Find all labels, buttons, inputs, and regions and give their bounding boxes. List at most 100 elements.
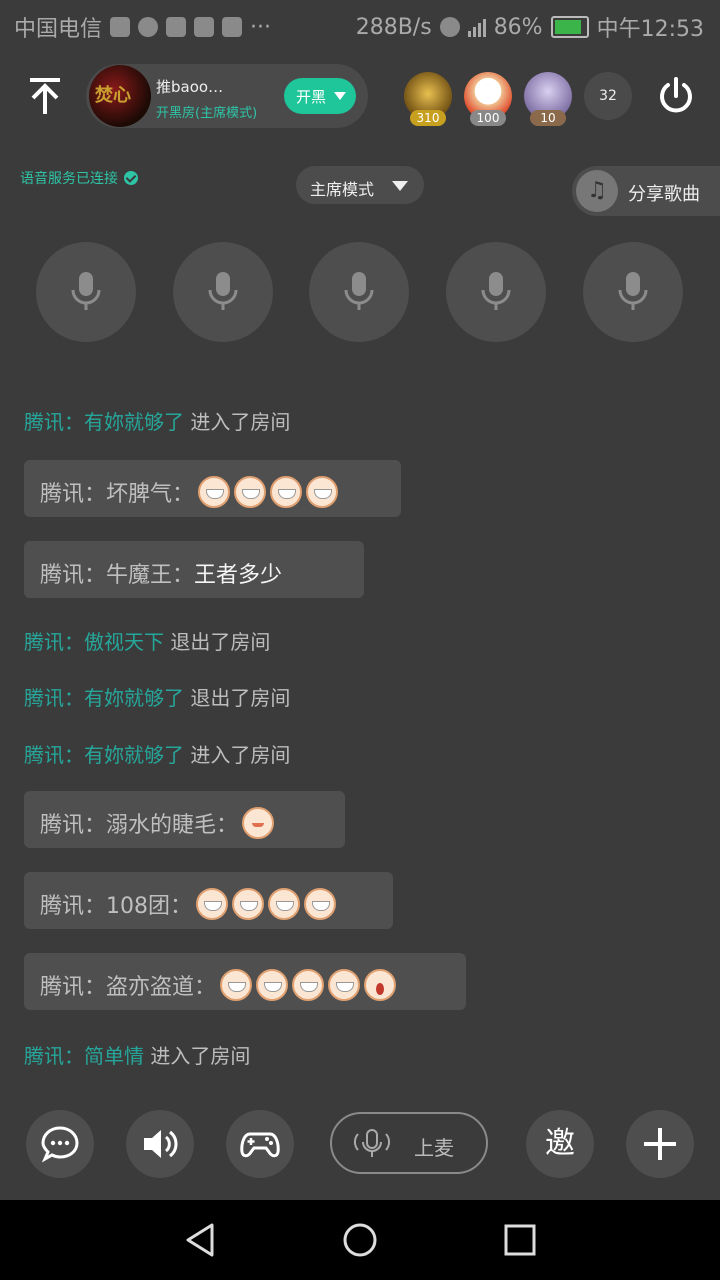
more-button[interactable] [626,1110,694,1178]
invite-label: 邀 [545,1126,575,1161]
room-header: 焚心 推baoo… 开黑房(主席模式) 开黑 310 100 10 32 [0,62,720,132]
battery-percent: 86% [493,14,543,40]
chat-user-name[interactable]: 腾讯：傲视天下 [24,630,164,654]
baidu-icon [166,17,187,37]
chat-action: 进入了房间 [150,1044,251,1068]
status-bar-right: 288B/s 86% 中午12:53 [356,11,704,43]
headphones-icon [439,17,460,37]
chat-bubble: 腾讯：溺水的睫毛： [24,791,345,848]
user-level-badge: 310 [410,110,446,126]
grin-emoji-icon [304,888,336,920]
signal-icon [467,17,486,37]
smile-emoji-icon [242,807,275,839]
voice-status-label: 语音服务已连接 [20,171,118,187]
grin-emoji-icon [292,969,325,1001]
app-icon [138,17,159,37]
voice-service-status: 语音服务已连接 [20,168,138,188]
grin-emoji-icon [268,888,300,920]
chat-action: 进入了房间 [190,743,291,767]
microphone-icon [71,272,101,310]
invite-button[interactable]: 邀 [526,1110,594,1178]
back-nav-icon[interactable] [182,1222,218,1258]
room-avatar-text: 焚心 [95,85,131,106]
chat-bubble: 腾讯：盗亦盗道： [24,953,466,1010]
home-nav-icon[interactable] [342,1222,378,1258]
chat-sender[interactable]: 腾讯：盗亦盗道： [40,975,216,1000]
network-speed: 288B/s [355,14,432,40]
plus-icon [644,1128,676,1160]
system-nav-bar [0,1200,720,1280]
microphone-icon [344,272,374,310]
status-bar: 中国电信 ··· 288B/s 86% 中午12:53 [0,0,720,50]
huawei-icon [222,17,243,37]
chat-system-message: 腾讯：有妳就够了 进入了房间 [24,410,290,435]
online-user-avatar[interactable]: 10 [524,72,572,126]
upload-icon [110,17,131,37]
grin-emoji-icon [306,476,339,508]
user-level-badge: 10 [530,110,566,126]
user-level-badge: 100 [470,110,506,126]
mic-seat[interactable] [173,242,273,342]
microphone-wave-icon [354,1129,390,1157]
grin-emoji-icon [234,476,267,508]
mic-seat[interactable] [36,242,136,342]
game-button[interactable] [226,1110,294,1178]
chat-user-name[interactable]: 腾讯：有妳就够了 [24,410,184,434]
chat-sender[interactable]: 腾讯：牛魔王： [40,563,194,588]
grin-emoji-icon [220,969,253,1001]
chat-user-name[interactable]: 腾讯：有妳就够了 [24,743,184,767]
online-count[interactable]: 32 [584,72,632,120]
chat-user-name[interactable]: 腾讯：简单情 [24,1044,144,1068]
open-game-label: 开黑 [296,88,327,106]
chat-action: 进入了房间 [190,410,291,434]
room-avatar: 焚心 [89,65,151,127]
chat-button[interactable] [26,1110,94,1178]
chat-bubble: 腾讯：108团： [24,872,393,929]
mode-label: 主席模式 [310,180,375,199]
chat-system-message: 腾讯：有妳就够了 进入了房间 [24,739,290,768]
chevron-down-icon [334,92,346,100]
chat-action: 退出了房间 [170,630,271,654]
mic-seat[interactable] [309,242,409,342]
mic-seat[interactable] [583,242,683,342]
microphone-icon [481,272,511,310]
chat-sender[interactable]: 腾讯：溺水的睫毛： [40,813,238,838]
open-game-button[interactable]: 开黑 [284,78,356,114]
music-note-icon: ♫ [576,170,618,212]
chevron-down-icon [392,181,408,191]
chat-system-message: 腾讯：简单情 进入了房间 [24,1040,250,1069]
mode-dropdown[interactable]: 主席模式 [296,166,424,204]
carrier-label: 中国电信 [14,17,103,42]
speaker-icon [144,1130,178,1158]
chat-sender[interactable]: 腾讯：坏脾气： [40,482,194,507]
gamepad-icon [240,1132,280,1158]
room-name: 推baoo… [156,78,224,96]
chat-bubble: 腾讯：坏脾气： [24,460,401,517]
chat-list[interactable]: 腾讯：有妳就够了 进入了房间 腾讯：坏脾气： 腾讯：牛魔王：王者多少 腾讯：傲视… [0,410,720,1080]
share-song-button[interactable]: ♫ 分享歌曲 [572,166,720,216]
mic-seat[interactable] [446,242,546,342]
chat-system-message: 腾讯：傲视天下 退出了房间 [24,626,270,655]
microphone-icon [618,272,648,310]
battery-icon [550,16,589,38]
grin-emoji-icon [196,888,228,920]
chat-bubble-icon [41,1126,79,1163]
chat-sender[interactable]: 腾讯：108团： [40,894,192,919]
exit-room-button[interactable] [656,76,696,116]
volume-button[interactable] [126,1110,194,1178]
pin-to-top-icon [30,78,60,114]
bottom-toolbar: 上麦 邀 [0,1100,720,1190]
chat-user-name[interactable]: 腾讯：有妳就够了 [24,686,184,710]
status-bar-left: 中国电信 ··· [14,11,271,43]
room-mode-label: 开黑房(主席模式) [156,106,258,121]
minimize-button[interactable] [24,74,66,116]
grin-emoji-icon [328,969,361,1001]
online-user-avatar[interactable]: 310 [404,72,452,126]
grin-emoji-icon [270,476,303,508]
take-mic-button[interactable]: 上麦 [330,1112,488,1174]
online-user-avatar[interactable]: 100 [464,72,512,126]
chat-system-message: 腾讯：有妳就够了 退出了房间 [24,682,290,711]
grin-emoji-icon [232,888,264,920]
room-info-pill[interactable]: 焚心 推baoo… 开黑房(主席模式) 开黑 [86,64,368,128]
recents-nav-icon[interactable] [502,1222,538,1258]
